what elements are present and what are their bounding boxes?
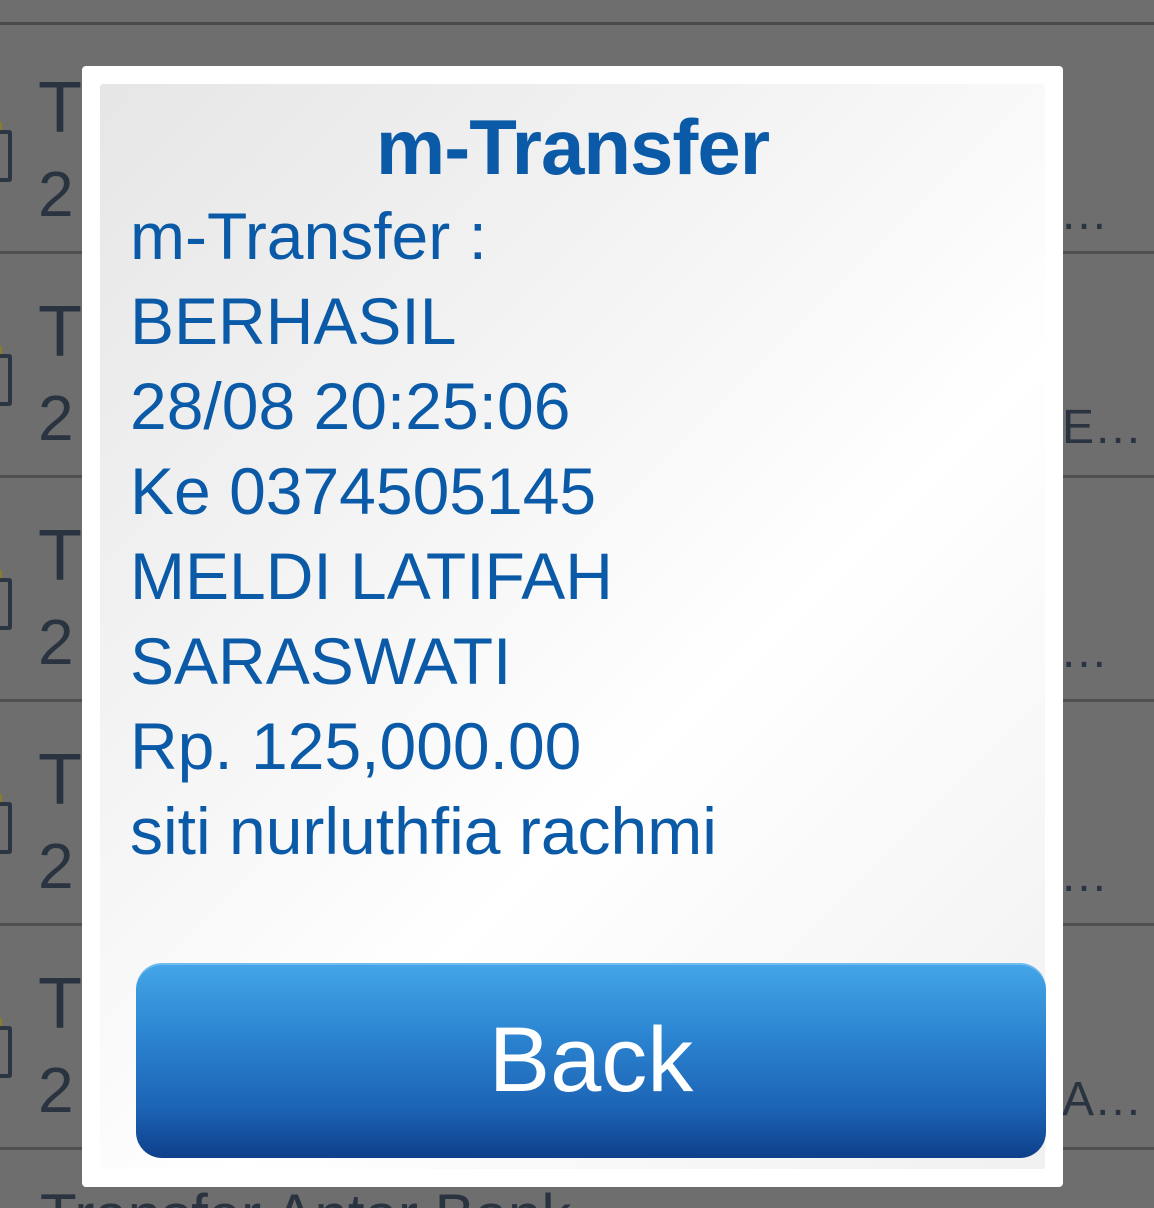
list-item-preview: ... xyxy=(1062,187,1109,240)
envelope-icon xyxy=(0,570,12,630)
list-item-date: 2 xyxy=(38,382,74,454)
list-item-date: 2 xyxy=(38,830,74,902)
transfer-status: BERHASIL xyxy=(130,284,457,358)
envelope-icon xyxy=(0,122,12,182)
list-item-title: Transfer Antar Bank xyxy=(40,1186,571,1208)
list-item-preview: E... xyxy=(1062,401,1143,454)
recipient-name-line-1: MELDI LATIFAH xyxy=(130,539,613,613)
list-top-divider xyxy=(0,22,1154,25)
envelope-icon xyxy=(0,794,12,854)
list-item-date: 2 xyxy=(38,158,74,230)
recipient-name-line-2: SARASWATI xyxy=(130,624,512,698)
list-item-preview: ... xyxy=(1062,849,1109,902)
transfer-note: siti nurluthfia rachmi xyxy=(130,794,717,868)
transfer-datetime: 28/08 20:25:06 xyxy=(130,369,571,443)
message-header: m-Transfer : xyxy=(130,210,487,273)
list-item-date: 2 xyxy=(38,1054,74,1126)
transfer-amount: Rp. 125,000.00 xyxy=(130,709,582,783)
list-item-preview: ... xyxy=(1062,625,1109,678)
transfer-message: m-Transfer : BERHASIL 28/08 20:25:06 Ke … xyxy=(130,210,1030,890)
list-item-date: 2 xyxy=(38,606,74,678)
envelope-icon xyxy=(0,346,12,406)
transfer-result-dialog: m-Transfer m-Transfer : BERHASIL 28/08 2… xyxy=(82,66,1063,1187)
back-button[interactable]: Back xyxy=(136,963,1046,1158)
dialog-body: m-Transfer m-Transfer : BERHASIL 28/08 2… xyxy=(100,84,1046,1169)
list-item-preview: A... xyxy=(1062,1073,1143,1126)
dialog-title: m-Transfer xyxy=(375,103,770,191)
envelope-icon xyxy=(0,1018,12,1078)
destination-account: Ke 0374505145 xyxy=(130,454,597,528)
